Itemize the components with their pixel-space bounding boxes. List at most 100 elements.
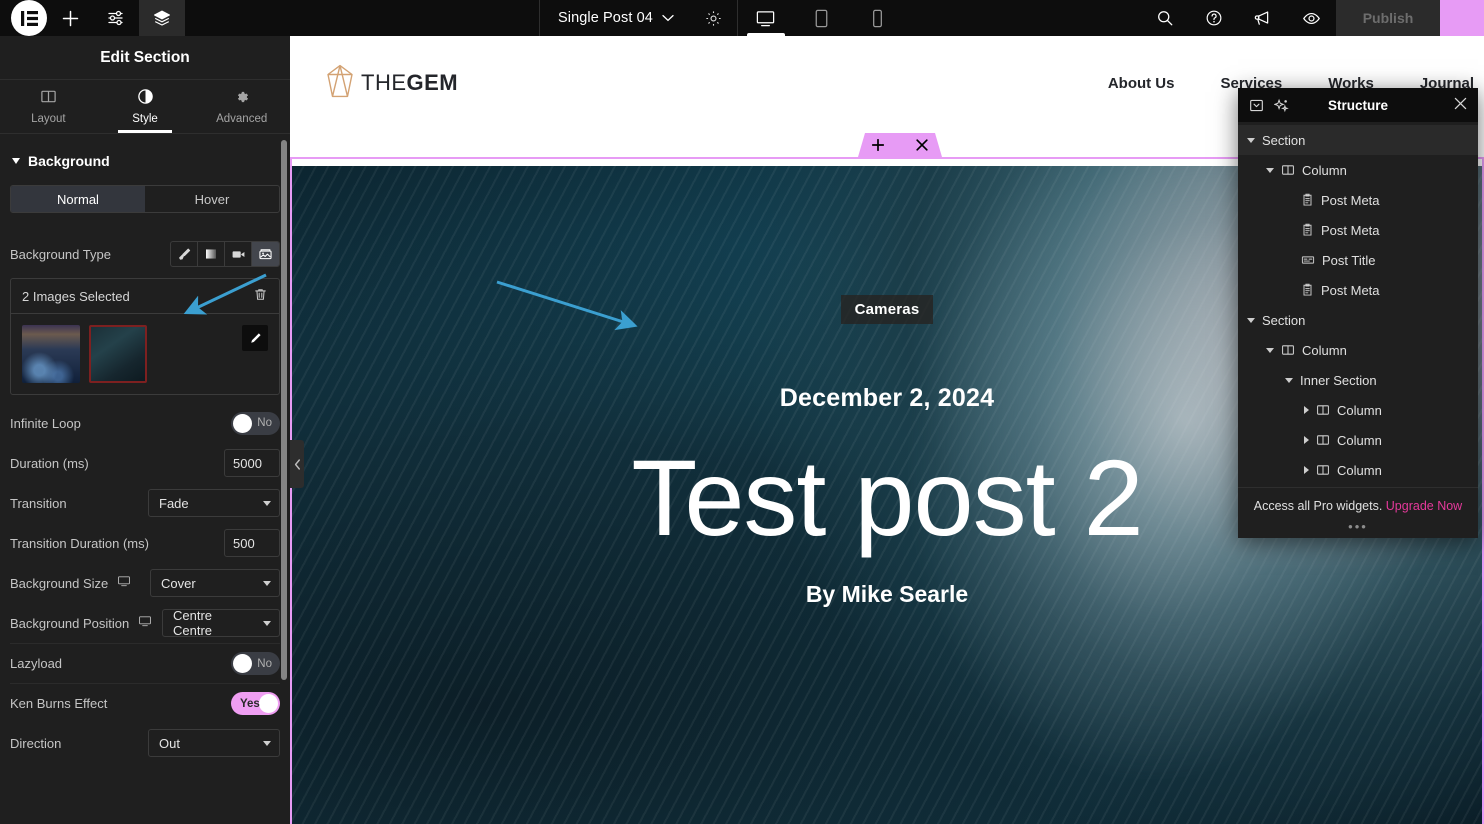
navigator-item-column[interactable]: Column <box>1238 455 1478 485</box>
transition-duration-input[interactable] <box>224 529 280 557</box>
transition-select[interactable]: Fade <box>148 489 280 517</box>
duration-label: Duration (ms) <box>10 455 89 471</box>
direction-row: Direction Out <box>10 723 280 763</box>
chevron-down-icon <box>263 500 271 506</box>
gallery-thumb-2[interactable] <box>89 325 147 383</box>
minimize-icon[interactable] <box>1249 98 1264 113</box>
document-name: Single Post 04 <box>558 10 653 26</box>
video-icon[interactable] <box>225 242 252 266</box>
top-bar-right-group: Publish <box>1140 0 1484 36</box>
tab-normal[interactable]: Normal <box>11 186 145 212</box>
navigator-item-section[interactable]: Section <box>1238 305 1478 335</box>
pencil-icon[interactable] <box>242 325 268 351</box>
toggle-knob <box>233 413 252 433</box>
panel-scrollbar[interactable] <box>281 140 287 680</box>
mobile-icon[interactable] <box>850 0 906 36</box>
navigator-header[interactable]: Structure <box>1238 88 1478 122</box>
slideshow-icon[interactable] <box>252 242 279 266</box>
background-size-label-wrap: Background Size <box>10 574 131 593</box>
tab-style[interactable]: Style <box>97 80 194 133</box>
panel-collapse-handle[interactable] <box>290 440 304 488</box>
trash-icon[interactable] <box>253 287 268 305</box>
navigator-item-section[interactable]: Section <box>1238 125 1478 155</box>
sparkle-icon[interactable] <box>1274 98 1289 113</box>
desktop-icon[interactable] <box>138 614 152 633</box>
chevron-down-icon <box>263 740 271 746</box>
navigator-item-column[interactable]: Column <box>1238 155 1478 185</box>
navigator-item-post-meta[interactable]: Post Meta <box>1238 275 1478 305</box>
panel-tabs: Layout Style Advanced <box>0 80 290 134</box>
drag-dots-icon[interactable] <box>894 141 907 149</box>
panel-title: Edit Section <box>0 36 290 80</box>
caret-down-icon[interactable] <box>1247 137 1255 143</box>
preview-icon[interactable] <box>1287 0 1336 36</box>
top-bar-pink-edge <box>1440 0 1484 36</box>
navigator-item-post-meta[interactable]: Post Meta <box>1238 185 1478 215</box>
whats-new-icon[interactable] <box>1238 0 1287 36</box>
close-icon[interactable] <box>1454 97 1467 113</box>
tab-style-label: Style <box>132 113 158 125</box>
plus-icon[interactable] <box>47 0 93 36</box>
navigator-resize-handle[interactable]: ••• <box>1238 519 1478 538</box>
background-size-select[interactable]: Cover <box>150 569 280 597</box>
navigator-item-label: Post Meta <box>1321 222 1380 238</box>
gem-logo-icon <box>326 64 354 103</box>
tab-layout[interactable]: Layout <box>0 80 97 133</box>
caret-down-icon[interactable] <box>1285 377 1293 383</box>
ken-burns-toggle[interactable]: Yes <box>231 692 280 715</box>
add-section-icon[interactable] <box>872 139 884 151</box>
lazyload-toggle[interactable]: No <box>231 652 280 675</box>
post-title[interactable]: Test post 2 <box>631 440 1143 555</box>
upgrade-now-link[interactable]: Upgrade Now <box>1386 499 1462 513</box>
site-logo[interactable]: THEGEM <box>326 64 458 103</box>
editor-top-bar: Single Post 04 Publish <box>0 0 1484 36</box>
normal-hover-tabs: Normal Hover <box>10 185 280 213</box>
caret-down-icon[interactable] <box>1266 347 1274 353</box>
document-settings-gear-icon[interactable] <box>691 0 737 36</box>
caret-down-icon[interactable] <box>1266 167 1274 173</box>
help-icon[interactable] <box>1189 0 1238 36</box>
sliders-icon[interactable] <box>93 0 139 36</box>
duration-input[interactable] <box>224 449 280 477</box>
gallery-thumb-1[interactable] <box>22 325 80 383</box>
document-name-dropdown[interactable]: Single Post 04 <box>539 0 691 36</box>
navigator-item-inner-section[interactable]: Inner Section <box>1238 365 1478 395</box>
classic-brush-icon[interactable] <box>171 242 198 266</box>
editor-settings-panel: Edit Section Layout Style Advanced Backg… <box>0 36 290 824</box>
caret-right-icon[interactable] <box>1304 436 1309 444</box>
infinite-loop-toggle[interactable]: No <box>231 411 280 435</box>
background-section-toggle[interactable]: Background <box>10 135 280 185</box>
caret-down-icon[interactable] <box>1247 317 1255 323</box>
navigator-item-label: Post Meta <box>1321 192 1380 208</box>
navigator-item-post-meta[interactable]: Post Meta <box>1238 215 1478 245</box>
post-category-badge[interactable]: Cameras <box>840 295 934 324</box>
post-date[interactable]: December 2, 2024 <box>780 384 994 413</box>
tablet-icon[interactable] <box>794 0 850 36</box>
desktop-icon[interactable] <box>117 574 131 593</box>
gradient-icon[interactable] <box>198 242 225 266</box>
layers-icon[interactable] <box>139 0 185 36</box>
nav-item-about-us[interactable]: About Us <box>1108 75 1175 92</box>
search-icon[interactable] <box>1140 0 1189 36</box>
navigator-item-column[interactable]: Column <box>1238 425 1478 455</box>
panel-content: Background Normal Hover Background Type <box>0 135 290 824</box>
navigator-item-column[interactable]: Column <box>1238 335 1478 365</box>
transition-row: Transition Fade <box>10 483 280 523</box>
transition-duration-row: Transition Duration (ms) <box>10 523 280 563</box>
direction-select[interactable]: Out <box>148 729 280 757</box>
post-meta-icon <box>1301 223 1314 237</box>
background-position-select[interactable]: Centre Centre <box>162 608 280 638</box>
tab-advanced[interactable]: Advanced <box>193 80 290 133</box>
navigator-item-label: Inner Section <box>1300 372 1377 388</box>
tab-hover[interactable]: Hover <box>145 186 279 212</box>
navigator-item-post-title[interactable]: Post Title <box>1238 245 1478 275</box>
caret-right-icon[interactable] <box>1304 406 1309 414</box>
desktop-icon[interactable] <box>738 0 794 36</box>
publish-button[interactable]: Publish <box>1336 0 1440 36</box>
close-icon[interactable] <box>916 139 928 151</box>
navigator-item-column[interactable]: Column <box>1238 395 1478 425</box>
caret-right-icon[interactable] <box>1304 466 1309 474</box>
column-icon <box>1281 163 1295 177</box>
post-author[interactable]: By Mike Searle <box>806 581 968 608</box>
elementor-logo-icon[interactable] <box>11 0 47 36</box>
